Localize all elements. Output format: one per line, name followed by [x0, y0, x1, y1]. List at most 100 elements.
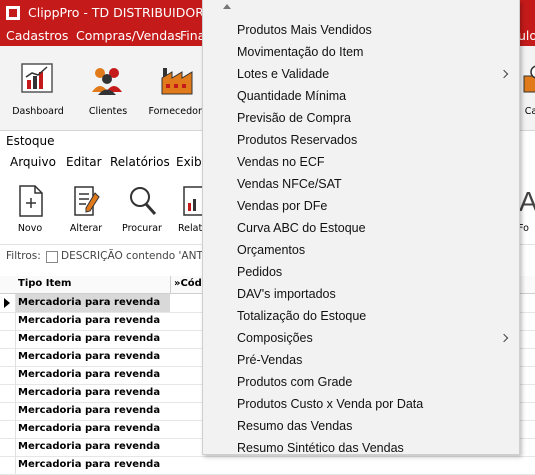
alterar-button[interactable]: Alterar	[59, 174, 113, 244]
factory-icon	[161, 68, 193, 95]
row-indicator-cell[interactable]	[0, 348, 16, 366]
menu-item[interactable]: Produtos Custo x Venda por Data	[203, 394, 519, 416]
alterar-label: Alterar	[69, 223, 103, 234]
column-header-codigo[interactable]: »Códi	[174, 278, 205, 289]
window-title: ClippPro - TD DISTRIBUIDORA -	[28, 5, 221, 20]
column-header-tipo-item[interactable]: Tipo Item	[18, 278, 71, 289]
menu-item-label: Previsão de Compra	[237, 111, 351, 125]
filter-label: Filtros:	[6, 250, 41, 262]
relatorios-dropdown-menu: Produtos Mais Vendidos Movimentação do It…	[202, 0, 520, 455]
menu-item[interactable]: Curva ABC do Estoque	[203, 218, 519, 240]
menu-item-label: Vendas por DFe	[237, 199, 328, 213]
menu-item[interactable]: Resumo Sintético das Vendas	[203, 438, 519, 460]
menu-item-label: Produtos Mais Vendidos	[237, 23, 372, 37]
menu-item-label: Movimentação do Item	[237, 45, 364, 59]
menu-item[interactable]: Quantidade Mínima	[203, 86, 519, 108]
menu-item[interactable]: Composições	[203, 328, 519, 350]
menu-item[interactable]: Produtos Mais Vendidos	[203, 20, 519, 42]
edit-document-icon	[74, 186, 100, 216]
relatorios-label: Relat	[178, 223, 202, 234]
filter-checkbox[interactable]	[46, 251, 58, 263]
row-indicator-cell[interactable]	[0, 438, 16, 456]
menu-item-label: DAV's importados	[237, 287, 336, 301]
menu-item-label: Composições	[237, 331, 313, 345]
menu-item[interactable]: Produtos com Grade	[203, 372, 519, 394]
app-logo-icon	[6, 6, 20, 20]
submenu-arrow-icon	[499, 69, 509, 79]
cell-tipo-item[interactable]: Mercadoria para revenda	[16, 420, 170, 438]
fonte-label: Fo	[518, 223, 529, 234]
menu-item[interactable]: Resumo das Vendas	[203, 416, 519, 438]
menu-item-label: Pedidos	[237, 265, 283, 279]
cell-tipo-item[interactable]: Mercadoria para revenda	[16, 456, 170, 474]
dashboard-chart-icon	[21, 63, 53, 93]
svg-text:A: A	[519, 186, 535, 217]
column-separator[interactable]	[170, 276, 171, 293]
clientes-button[interactable]: Clientes	[73, 46, 143, 130]
row-indicator-cell[interactable]	[0, 366, 16, 384]
filter-text: DESCRIÇÃO contendo 'ANTEN	[61, 250, 218, 262]
cell-tipo-item[interactable]: Mercadoria para revenda	[16, 348, 170, 366]
row-indicator-cell[interactable]	[0, 402, 16, 420]
menu-item-label: Curva ABC do Estoque	[237, 221, 366, 235]
menu-item[interactable]: DAV's importados	[203, 284, 519, 306]
dashboard-label: Dashboard	[12, 106, 64, 117]
cash-register-icon: $	[523, 65, 535, 93]
menu-item-label: Produtos Custo x Venda por Data	[237, 397, 424, 411]
menu-item[interactable]: Pré-Vendas	[203, 350, 519, 372]
row-indicator-cell[interactable]	[0, 294, 16, 312]
menu-item[interactable]: Movimentação do Item	[203, 42, 519, 64]
clientes-label: Clientes	[88, 106, 128, 117]
menu-item-label: Orçamentos	[237, 243, 306, 257]
menu-cadastros[interactable]: Cadastros	[6, 28, 68, 43]
dashboard-button[interactable]: Dashboard	[3, 46, 73, 130]
cell-tipo-item[interactable]: Mercadoria para revenda	[16, 384, 170, 402]
menu-item[interactable]: Orçamentos	[203, 240, 519, 262]
menu-item[interactable]: Previsão de Compra	[203, 108, 519, 130]
row-indicator-cell[interactable]	[0, 456, 16, 474]
menu-item-label: Resumo das Vendas	[237, 419, 353, 433]
cell-tipo-item[interactable]: Mercadoria para revenda	[16, 438, 170, 456]
cell-tipo-item[interactable]: Mercadoria para revenda	[16, 330, 170, 348]
row-indicator-cell[interactable]	[0, 330, 16, 348]
submenu-arrow-icon	[499, 333, 509, 343]
new-document-icon	[19, 185, 43, 217]
procurar-label: Procurar	[122, 223, 162, 234]
row-indicator-cell[interactable]	[0, 312, 16, 330]
menu-item[interactable]: Produtos Reservados	[203, 130, 519, 152]
row-indicator-cell[interactable]	[0, 420, 16, 438]
cell-tipo-item[interactable]: Mercadoria para revenda	[16, 366, 170, 384]
cell-tipo-item[interactable]: Mercadoria para revenda	[16, 294, 170, 312]
menu-item-label: Produtos Reservados	[237, 133, 358, 147]
report-icon	[183, 186, 202, 216]
relatorios-button[interactable]: Relat	[170, 174, 202, 244]
menu-relatorios[interactable]: Relatórios	[110, 155, 170, 169]
menu-editar[interactable]: Editar	[66, 155, 102, 169]
cell-tipo-item[interactable]: Mercadoria para revenda	[16, 402, 170, 420]
procurar-button[interactable]: Procurar	[115, 174, 169, 244]
menu-exibir[interactable]: Exibi	[176, 155, 205, 169]
menu-arquivo[interactable]: Arquivo	[10, 155, 56, 169]
novo-label: Novo	[17, 223, 43, 234]
novo-button[interactable]: Novo	[3, 174, 57, 244]
estoque-title: Estoque	[6, 134, 55, 148]
cell-tipo-item[interactable]: Mercadoria para revenda	[16, 312, 170, 330]
menu-item[interactable]: Totalização do Estoque	[203, 306, 519, 328]
menu-modulos[interactable]: ulos	[518, 28, 535, 43]
menu-item-label: Lotes e Validade	[237, 67, 330, 81]
clients-icon	[92, 68, 122, 95]
scroll-up-arrow-icon[interactable]	[223, 4, 231, 9]
current-row-arrow-icon	[4, 298, 10, 308]
menu-compras-vendas[interactable]: Compras/Vendas	[76, 28, 181, 43]
menu-item[interactable]: Pedidos	[203, 262, 519, 284]
menu-item-label: Totalização do Estoque	[237, 309, 367, 323]
row-indicator-cell[interactable]	[0, 384, 16, 402]
menu-item-label: Vendas NFCe/SAT	[237, 177, 342, 191]
menu-item-label: Vendas no ECF	[237, 155, 325, 169]
menu-item-label: Pré-Vendas	[237, 353, 303, 367]
magnifier-icon	[130, 187, 157, 216]
menu-item[interactable]: Vendas NFCe/SAT	[203, 174, 519, 196]
menu-item[interactable]: Lotes e Validade	[203, 64, 519, 86]
menu-item[interactable]: Vendas por DFe	[203, 196, 519, 218]
menu-item[interactable]: Vendas no ECF	[203, 152, 519, 174]
